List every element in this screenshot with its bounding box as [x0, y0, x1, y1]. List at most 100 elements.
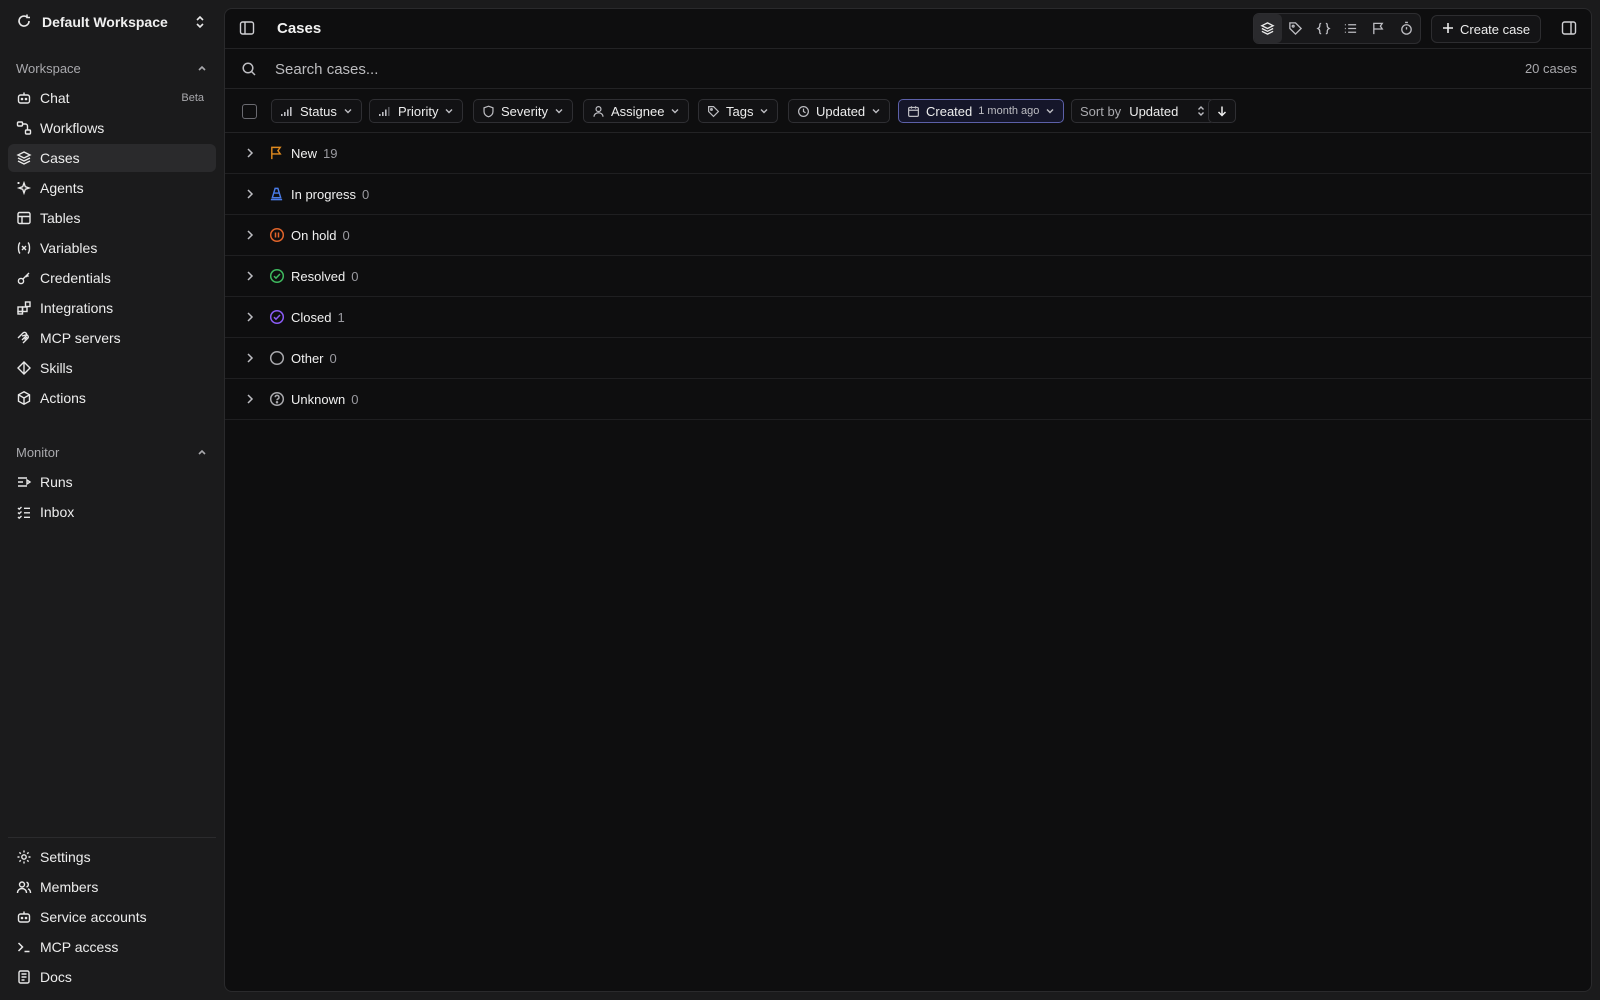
runs-icon	[16, 474, 32, 490]
updated-filter[interactable]: Updated	[788, 99, 891, 123]
chevron-right-icon[interactable]	[243, 269, 257, 286]
sidebar-item-credentials[interactable]: Credentials	[8, 264, 216, 292]
create-case-label: Create case	[1460, 21, 1531, 37]
status-group-other[interactable]: Other 0	[225, 338, 1591, 379]
view-tags-button[interactable]	[1282, 14, 1310, 43]
tags-filter-label: Tags	[726, 103, 754, 119]
workspace-switcher[interactable]: Default Workspace	[8, 8, 214, 36]
tags-filter[interactable]: Tags	[698, 99, 779, 123]
sort-by-label: Sort by	[1080, 103, 1122, 119]
chevron-down-icon	[445, 109, 453, 114]
assignee-filter[interactable]: Assignee	[583, 99, 690, 123]
sparkles-icon	[16, 180, 32, 196]
sidebar-item-service-accounts[interactable]: Service accounts	[8, 903, 216, 931]
table-icon	[16, 210, 32, 226]
severity-filter[interactable]: Severity	[473, 99, 573, 123]
circle-icon	[269, 350, 285, 369]
box-icon	[16, 390, 32, 406]
tag-icon	[708, 105, 720, 117]
view-status-button[interactable]	[1254, 14, 1282, 43]
section-label: Monitor	[16, 444, 60, 460]
panel-toggle-icon[interactable]	[1561, 20, 1577, 39]
priority-filter[interactable]: Priority	[369, 99, 464, 123]
sidebar-item-variables[interactable]: Variables	[8, 234, 216, 262]
sidebar-toggle-icon[interactable]	[239, 20, 255, 39]
sort-by-value: Updated	[1129, 103, 1179, 119]
status-filter[interactable]: Status	[271, 99, 362, 123]
group-count: 0	[362, 187, 370, 202]
chevron-up-down-icon	[1198, 106, 1204, 116]
created-filter[interactable]: Created 1 month ago	[898, 99, 1065, 123]
sidebar-item-label: Runs	[40, 474, 73, 490]
view-list-button[interactable]	[1337, 14, 1365, 43]
created-filter-value: 1 month ago	[978, 105, 1040, 117]
sort-direction-button[interactable]	[1208, 99, 1236, 123]
search-input[interactable]	[275, 57, 1175, 81]
chevron-up-icon	[196, 62, 208, 77]
view-priority-button[interactable]	[1365, 14, 1393, 43]
sidebar-item-docs[interactable]: Docs	[8, 963, 216, 991]
sidebar-item-runs[interactable]: Runs	[8, 468, 216, 496]
sidebar-item-label: Inbox	[40, 504, 75, 520]
sidebar-item-skills[interactable]: Skills	[8, 354, 216, 382]
calendar-icon	[908, 105, 919, 117]
chevron-right-icon[interactable]	[243, 228, 257, 245]
sidebar-item-mcp-servers[interactable]: MCP servers	[8, 324, 216, 352]
plus-icon	[1442, 22, 1454, 37]
sidebar-item-label: Members	[40, 879, 99, 895]
status-group-closed[interactable]: Closed 1	[225, 297, 1591, 338]
timer-icon	[1400, 21, 1412, 35]
sidebar-item-cases[interactable]: Cases	[8, 144, 216, 172]
sidebar-item-settings[interactable]: Settings	[8, 843, 216, 871]
select-all-checkbox[interactable]	[242, 104, 257, 119]
status-group-in-progress[interactable]: In progress 0	[225, 174, 1591, 215]
sidebar-item-label: Skills	[40, 360, 73, 376]
view-timer-button[interactable]	[1392, 14, 1420, 43]
sidebar-item-members[interactable]: Members	[8, 873, 216, 901]
status-group-new[interactable]: New 19	[225, 133, 1591, 174]
sidebar-divider	[8, 837, 216, 838]
sidebar-item-agents[interactable]: Agents	[8, 174, 216, 202]
chevron-right-icon[interactable]	[243, 310, 257, 327]
sidebar-item-chat[interactable]: Chat Beta	[8, 84, 216, 112]
sidebar-item-label: Settings	[40, 849, 91, 865]
sidebar-item-label: Integrations	[40, 300, 114, 316]
sidebar-item-workflows[interactable]: Workflows	[8, 114, 216, 142]
monitor-section-header[interactable]: Monitor	[16, 442, 208, 462]
view-fields-button[interactable]	[1309, 14, 1337, 43]
search-icon	[241, 61, 257, 80]
chevron-right-icon[interactable]	[243, 187, 257, 204]
view-toggle-group	[1253, 13, 1421, 44]
chevron-right-icon[interactable]	[243, 392, 257, 409]
book-icon	[16, 969, 32, 985]
blocks-icon	[16, 300, 32, 316]
chevron-right-icon[interactable]	[243, 351, 257, 368]
layers-icon	[16, 150, 32, 166]
mcp-icon	[16, 330, 32, 346]
variable-icon	[16, 240, 32, 256]
severity-filter-label: Severity	[501, 103, 548, 119]
diamond-icon	[16, 360, 32, 376]
workspace-section-header[interactable]: Workspace	[16, 58, 208, 78]
create-case-button[interactable]: Create case	[1431, 15, 1542, 43]
status-group-on-hold[interactable]: On hold 0	[225, 215, 1591, 256]
key-icon	[16, 270, 32, 286]
updated-filter-label: Updated	[816, 103, 866, 119]
sidebar-item-actions[interactable]: Actions	[8, 384, 216, 412]
sidebar-item-integrations[interactable]: Integrations	[8, 294, 216, 322]
gear-icon	[16, 849, 32, 865]
bot-icon	[16, 90, 32, 106]
sidebar-item-mcp-access[interactable]: MCP access	[8, 933, 216, 961]
check-circle-icon	[269, 309, 285, 328]
sidebar-item-inbox[interactable]: Inbox	[8, 498, 216, 526]
sort-by-select[interactable]: Sort by Updated	[1071, 99, 1215, 123]
group-count: 19	[323, 146, 338, 161]
search-bar: 20 cases	[225, 49, 1591, 89]
filter-bar: Status Priority Severity Assignee Tags U…	[225, 89, 1591, 133]
sidebar-item-tables[interactable]: Tables	[8, 204, 216, 232]
chevron-right-icon[interactable]	[243, 146, 257, 163]
check-circle-icon	[269, 268, 285, 287]
status-group-resolved[interactable]: Resolved 0	[225, 256, 1591, 297]
status-group-unknown[interactable]: Unknown 0	[225, 379, 1591, 420]
chevron-down-icon	[555, 109, 563, 114]
